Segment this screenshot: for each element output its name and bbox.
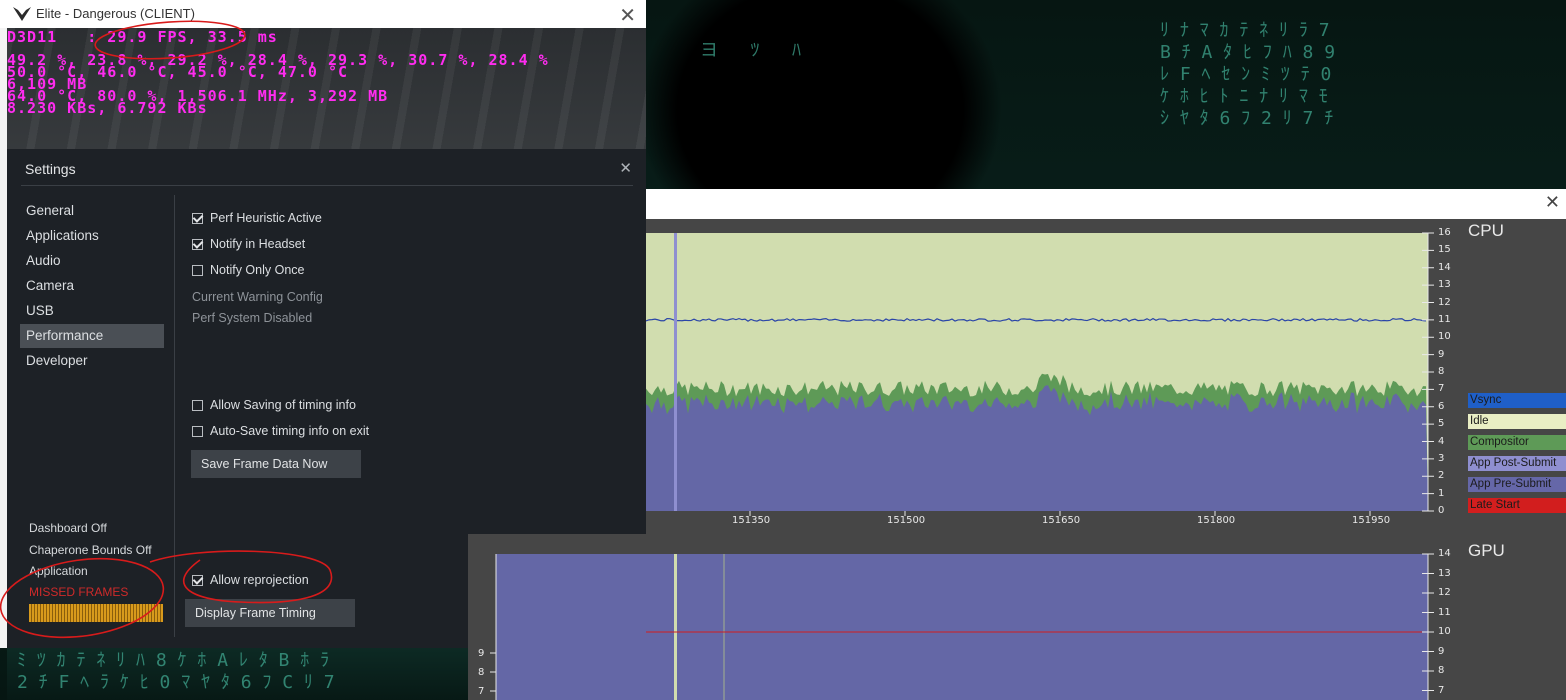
axis-tick-label: 151500 — [887, 515, 926, 526]
axis-tick-label: 5 — [1438, 418, 1445, 430]
axis-tick-label: 10 — [1438, 331, 1451, 343]
axis-tick-label: 7 — [1438, 383, 1445, 395]
axis-tick-label: 1 — [1438, 487, 1445, 499]
elite-logo-icon — [13, 7, 31, 21]
cpu-panel-title: CPU — [1468, 221, 1504, 240]
legend-item: App Post-Submit — [1468, 456, 1566, 471]
close-icon[interactable]: ✕ — [1545, 192, 1560, 213]
axis-tick-label: 12 — [1438, 296, 1451, 308]
axis-tick-label: 6 — [1438, 400, 1445, 412]
desktop-background-strip: ﾐ ﾂ ｶ ﾃ ﾈ ﾘ ﾊ 8 ｹ ﾎ A ﾚ ﾀ B ﾎ ﾗ 2 ﾁ F ﾍ … — [7, 648, 468, 700]
missed-frames-label: MISSED FRAMES — [29, 585, 129, 599]
gpu-frame-timing-graph — [646, 534, 1566, 700]
axis-tick-label: 2 — [1438, 470, 1445, 482]
checkbox-box[interactable] — [192, 212, 203, 224]
legend-item: Late Start — [1468, 498, 1566, 513]
checkbox-box[interactable] — [192, 399, 203, 411]
axis-tick-label: 0 — [1438, 505, 1445, 516]
axis-tick-label: 9 — [1438, 645, 1445, 657]
gpu-graph-left-area — [490, 554, 646, 700]
axis-tick-label: 16 — [1438, 227, 1451, 238]
checkbox-label: Perf Heuristic Active — [210, 211, 322, 225]
checkbox-label: Notify Only Once — [210, 263, 305, 277]
settings-title: Settings — [25, 161, 76, 177]
perf-system-status-text: Perf System Disabled — [192, 311, 313, 325]
missed-frames-bar — [29, 604, 163, 622]
matrix-glyphs: ﾐ ﾂ ｶ ﾃ ﾈ ﾘ ﾊ 8 ｹ ﾎ A ﾚ ﾀ B ﾎ ﾗ 2 ﾁ F ﾍ … — [17, 650, 335, 693]
nav-item-audio[interactable]: Audio — [20, 249, 164, 273]
osd-network-line: 8.230 KBs, 6.792 KBs — [7, 99, 208, 117]
nav-item-performance[interactable]: Performance — [20, 324, 164, 348]
axis-tick-label: 11 — [1438, 606, 1451, 618]
axis-tick-label: 8 — [1438, 665, 1445, 676]
axis-tick-label: 14 — [1438, 548, 1451, 559]
notify-once-checkbox[interactable]: Notify Only Once — [192, 261, 304, 279]
axis-tick-label: 3 — [1438, 452, 1445, 464]
checkbox-box[interactable] — [192, 425, 203, 437]
checkbox-box[interactable] — [192, 574, 203, 586]
matrix-glyphs: ﾘ ﾅ ﾏ ｶ ﾃ ﾈ ﾘ ﾗ 7 B ﾁ A ﾀ ﾋ ﾌ ﾊ 8 9 ﾚ F … — [1160, 20, 1336, 129]
axis-tick-label: 7 — [1438, 684, 1445, 696]
current-warning-text: Current Warning Config — [192, 290, 323, 304]
legend-item: Compositor — [1468, 435, 1566, 450]
auto-save-checkbox[interactable]: Auto-Save timing info on exit — [192, 422, 369, 440]
divider — [21, 185, 633, 186]
nav-item-applications[interactable]: Applications — [20, 224, 164, 248]
dashboard-status: Dashboard Off — [29, 521, 107, 535]
axis-tick-label: 151950 — [1352, 515, 1391, 526]
cpu-frame-timing-graph — [646, 219, 1566, 539]
axis-tick-label: 15 — [1438, 244, 1451, 256]
legend-item: Idle — [1468, 414, 1566, 429]
axis-tick-label: 151650 — [1042, 515, 1081, 526]
axis-tick-label: 151350 — [732, 515, 771, 526]
axis-tick-label: 11 — [1438, 313, 1451, 325]
checkbox-label: Allow Saving of timing info — [210, 398, 356, 412]
checkbox-label: Allow reprojection — [210, 573, 309, 587]
axis-tick-label: 8 — [1438, 366, 1445, 377]
nav-item-developer[interactable]: Developer — [20, 349, 164, 373]
close-icon[interactable]: ✕ — [619, 3, 636, 28]
elite-titlebar: Elite - Dangerous (CLIENT) ✕ — [0, 0, 646, 28]
frame-timing-window: ✕ 16 15 14 13 12 11 10 9 8 7 6 5 4 3 2 1 0 151350 151500 1… — [646, 189, 1566, 700]
axis-tick-label: 14 — [1438, 261, 1451, 273]
checkbox-box[interactable] — [192, 264, 203, 276]
notify-headset-checkbox[interactable]: Notify in Headset — [192, 235, 305, 253]
display-frame-timing-button[interactable]: Display Frame Timing — [185, 599, 355, 627]
window-title: Elite - Dangerous (CLIENT) — [36, 6, 195, 21]
axis-tick-label: 13 — [1438, 279, 1451, 291]
checkbox-label: Notify in Headset — [210, 237, 306, 251]
axis-tick-label: 10 — [1438, 626, 1451, 637]
timing-titlebar: ✕ — [646, 189, 1566, 219]
axis-tick-label: 13 — [1438, 567, 1451, 579]
chaperone-status: Chaperone Bounds Off — [29, 543, 152, 557]
close-icon[interactable]: ✕ — [619, 159, 632, 177]
allow-reprojection-checkbox[interactable]: Allow reprojection — [192, 571, 309, 589]
legend-item: Vsync — [1468, 393, 1566, 408]
matrix-glyphs: ヨ ﾂ ﾊ — [700, 40, 802, 61]
axis-tick-label: 151800 — [1197, 515, 1236, 526]
allow-saving-checkbox[interactable]: Allow Saving of timing info — [192, 396, 356, 414]
app-area — [646, 385, 1428, 511]
checkbox-box[interactable] — [192, 238, 203, 250]
axis-tick-label: 12 — [1438, 587, 1451, 598]
nav-item-usb[interactable]: USB — [20, 299, 164, 323]
application-status: Application — [29, 564, 88, 578]
nav-item-general[interactable]: General — [20, 199, 164, 223]
gpu-graph-left-axis: 9 8 7 — [468, 534, 646, 700]
osd-fps-line: D3D11 : 29.9 FPS, 33.5 ms — [7, 28, 278, 46]
axis-tick-label: 9 — [1438, 348, 1445, 360]
gpu-panel-title: GPU — [1468, 541, 1505, 560]
perf-heuristic-checkbox[interactable]: Perf Heuristic Active — [192, 209, 322, 227]
checkbox-label: Auto-Save timing info on exit — [210, 424, 370, 438]
save-frame-data-button[interactable]: Save Frame Data Now — [191, 450, 361, 478]
divider — [174, 195, 175, 637]
axis-tick-label: 4 — [1438, 435, 1445, 447]
legend-item: App Pre-Submit — [1468, 477, 1566, 492]
spike — [674, 233, 677, 511]
nav-item-camera[interactable]: Camera — [20, 274, 164, 298]
